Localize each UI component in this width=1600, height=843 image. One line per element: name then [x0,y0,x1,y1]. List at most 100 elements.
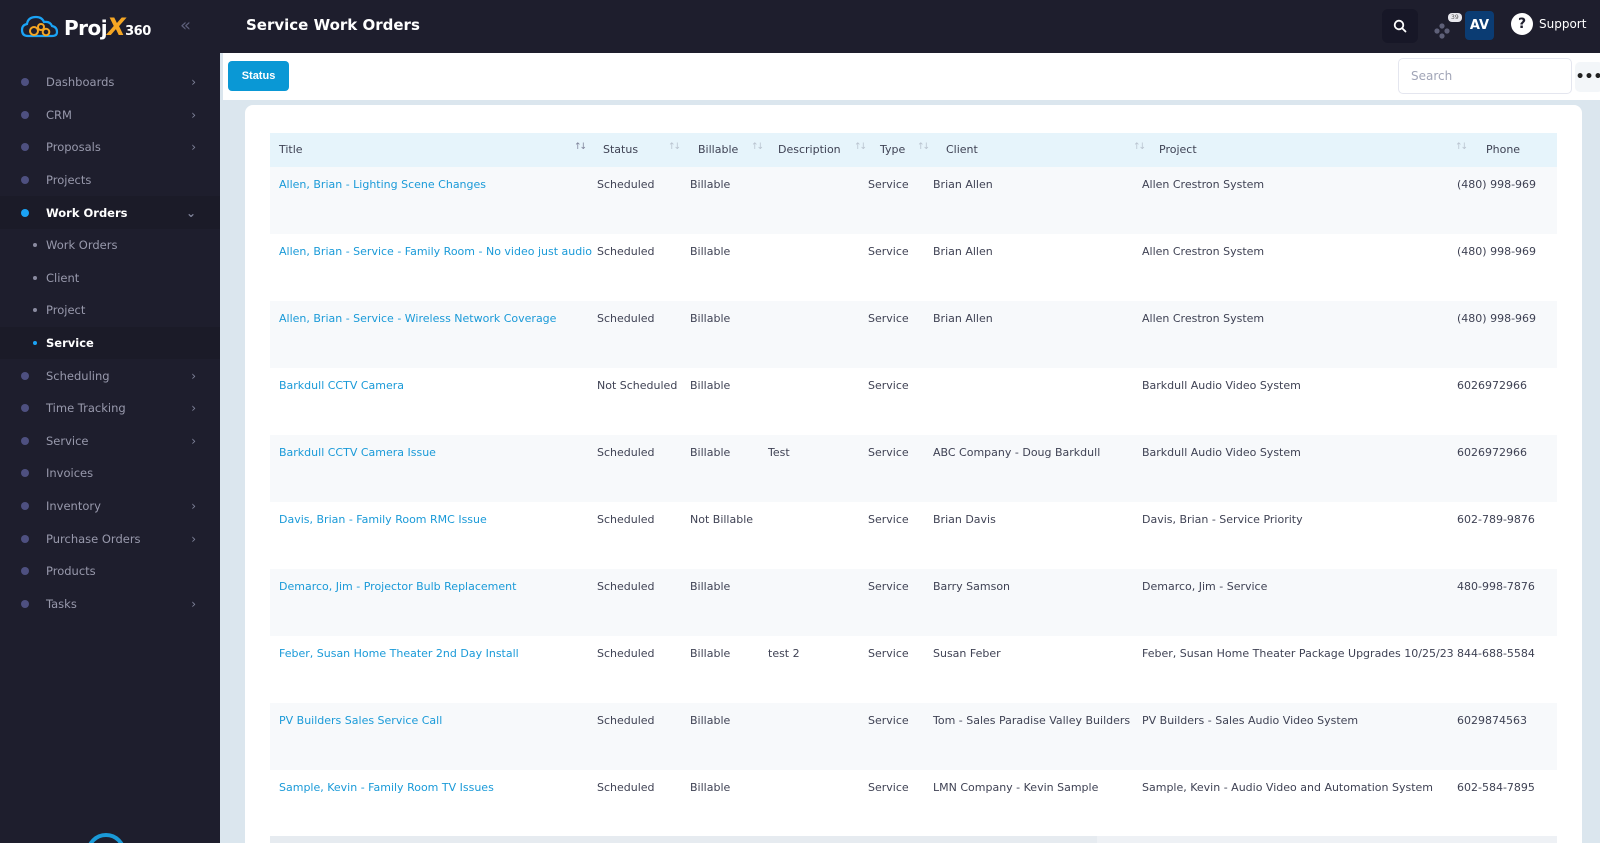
cell-project: Davis, Brian - Service Priority [1142,513,1303,526]
cell-billable: Billable [690,178,731,191]
column-header-status[interactable]: Status [603,133,638,167]
sidebar-item-label: Projects [46,173,92,188]
chevron-right-icon: › [191,433,196,448]
scrollbar-thumb[interactable] [270,836,1097,843]
global-search-button[interactable] [1382,9,1418,43]
table-row[interactable]: Allen, Brian - Lighting Scene Changes Sch… [270,167,1557,234]
column-header-description[interactable]: Description [778,133,841,167]
cell-project: Barkdull Audio Video System [1142,379,1301,392]
bullet-icon [21,599,29,608]
table-row[interactable]: Davis, Brian - Family Room RMC Issue Sche… [270,502,1557,569]
cell-title[interactable]: Davis, Brian - Family Room RMC Issue [279,513,487,526]
more-options-button[interactable]: ••• [1575,62,1600,92]
sidebar-item-projects[interactable]: Projects [0,164,220,197]
column-header-client[interactable]: Client [946,133,978,167]
sidebar-item-products[interactable]: Products [0,555,220,588]
cell-type: Service [868,580,909,593]
table-row[interactable]: Barkdull CCTV Camera Not Scheduled Billabl… [270,368,1557,435]
table-row[interactable]: Allen, Brian - Service - Family Room - N… [270,234,1557,301]
table-row[interactable]: Demarco, Jim - Projector Bulb Replacemen… [270,569,1557,636]
table-header: Title ↑↓ Status ↑↓ Billable ↑↓ Descripti… [270,133,1557,167]
cell-title[interactable]: Allen, Brian - Service - Wireless Networ… [279,312,556,325]
cell-title[interactable]: Sample, Kevin - Family Room TV Issues [279,781,494,794]
sidebar-item-service[interactable]: Service › [0,425,220,458]
sidebar-subitem-label: Project [46,303,86,318]
table-row[interactable]: Sample, Kevin - Family Room TV Issues Sch… [270,770,1557,837]
sort-icon[interactable]: ↑↓ [751,142,764,152]
sort-icon[interactable]: ↑↓ [854,142,867,152]
sidebar-item-scheduling[interactable]: Scheduling › [0,359,220,392]
sidebar-item-purchase-orders[interactable]: Purchase Orders › [0,522,220,555]
cell-billable: Billable [690,714,731,727]
cell-title[interactable]: Demarco, Jim - Projector Bulb Replacemen… [279,580,516,593]
support-label: Support [1539,17,1587,31]
table-row[interactable]: PV Builders Sales Service Call Scheduled B… [270,703,1557,770]
sidebar-item-work-orders[interactable]: Work Orders ⌄ [0,196,220,229]
table-row[interactable]: Feber, Susan Home Theater 2nd Day Instal… [270,636,1557,703]
cell-billable: Billable [690,245,731,258]
sidebar-subitem-client[interactable]: Client [0,262,220,295]
support-button[interactable]: ? Support [1511,13,1586,35]
sidebar-item-dashboards[interactable]: Dashboards › [0,66,220,99]
sort-icon[interactable]: ↑↓ [668,142,681,152]
cell-phone: 602-584-7895 [1457,781,1535,794]
chevron-right-icon: › [191,596,196,611]
dot-icon [33,243,37,248]
column-header-project[interactable]: Project [1159,133,1197,167]
column-header-billable[interactable]: Billable [698,133,738,167]
cell-client: Susan Feber [933,647,1001,660]
column-header-type[interactable]: Type [880,133,905,167]
sidebar-footer-ring-icon[interactable] [86,833,126,843]
cell-title[interactable]: Feber, Susan Home Theater 2nd Day Instal… [279,647,519,660]
sidebar-item-label: Scheduling [46,368,110,383]
brand-number: 360 [125,24,151,39]
sidebar-item-tasks[interactable]: Tasks › [0,588,220,621]
cell-type: Service [868,513,909,526]
notifications-button[interactable]: 39 [1430,10,1462,44]
bullet-icon [21,534,29,543]
bullet-icon [21,110,29,119]
bullet-icon [21,143,29,152]
chevron-right-icon: › [191,531,196,546]
sort-icon[interactable]: ↑↓ [574,142,587,152]
table-row[interactable]: Barkdull CCTV Camera Issue Scheduled Billa… [270,435,1557,502]
sidebar-subitem-service[interactable]: Service [0,326,220,360]
sort-icon[interactable]: ↑↓ [1133,142,1146,152]
sidebar-item-inventory[interactable]: Inventory › [0,490,220,523]
sidebar-subitem-project[interactable]: Project [0,294,220,327]
sort-icon[interactable]: ↑↓ [917,142,930,152]
table-row[interactable]: Allen, Brian - Service - Wireless Networ… [270,301,1557,368]
cell-project: Demarco, Jim - Service [1142,580,1268,593]
bullet-icon [21,208,29,217]
user-avatar[interactable]: AV [1465,11,1494,40]
chevron-right-icon: › [191,75,196,90]
search-input[interactable] [1398,58,1572,94]
cell-status: Scheduled [597,446,655,459]
app-logo[interactable]: ProjX360 [20,10,151,44]
cell-title[interactable]: Allen, Brian - Service - Family Room - N… [279,245,592,258]
sidebar-item-label: Tasks [46,596,77,611]
cell-billable: Billable [690,781,731,794]
cell-status: Scheduled [597,312,655,325]
column-header-title[interactable]: Title [279,133,303,167]
cell-title[interactable]: PV Builders Sales Service Call [279,714,442,727]
collapse-sidebar-icon[interactable]: « [180,15,191,36]
toolbar: Status ••• [220,53,1600,100]
sidebar-item-label: Invoices [46,466,94,481]
sidebar-item-invoices[interactable]: Invoices [0,457,220,490]
cell-title[interactable]: Barkdull CCTV Camera [279,379,404,392]
cell-status: Scheduled [597,781,655,794]
sort-icon[interactable]: ↑↓ [1455,142,1468,152]
sidebar-subitem-work-orders[interactable]: Work Orders [0,229,220,262]
sidebar-item-crm[interactable]: CRM › [0,99,220,132]
sidebar-item-time-tracking[interactable]: Time Tracking › [0,392,220,425]
column-header-phone[interactable]: Phone [1486,133,1520,167]
sidebar-item-proposals[interactable]: Proposals › [0,131,220,164]
status-filter-button[interactable]: Status [228,61,289,91]
cell-title[interactable]: Barkdull CCTV Camera Issue [279,446,436,459]
cell-title[interactable]: Allen, Brian - Lighting Scene Changes [279,178,486,191]
sidebar-item-label: Work Orders [46,205,128,220]
cell-type: Service [868,714,909,727]
horizontal-scrollbar[interactable] [270,836,1557,843]
notification-badge: 39 [1448,13,1462,22]
